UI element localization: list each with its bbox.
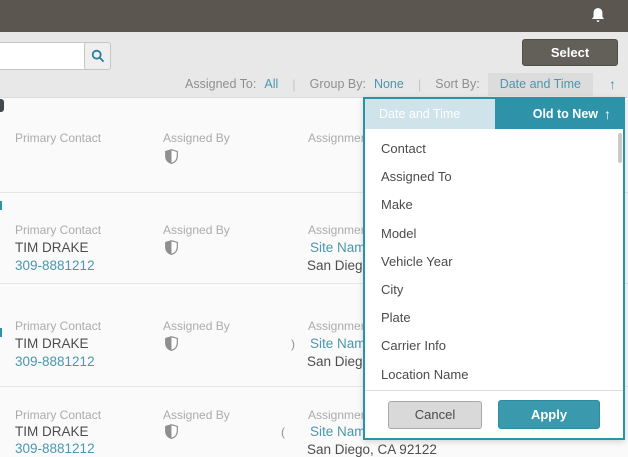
sort-panel-footer: Cancel Apply [365,390,623,438]
toolbar: Select Assigned To: All | Group By: None… [0,32,628,98]
contact-name: TIM DRAKE [15,336,89,351]
group-by-label: Group By: [310,77,366,91]
contact-name: TIM DRAKE [15,240,89,255]
assigned-to-value[interactable]: All [264,77,278,91]
sort-option-location-name[interactable]: Location Name [365,361,623,389]
contact-phone-link[interactable]: 309-8881212 [15,354,95,369]
shield-icon [165,240,178,255]
partial-text-fragment: ) [291,337,295,351]
shield-icon [165,336,178,351]
sort-option-carrier-info[interactable]: Carrier Info [365,332,623,360]
cancel-button[interactable]: Cancel [388,401,482,429]
location-text: San Diego, CA 92122 [307,442,437,457]
sort-option-assigned-to[interactable]: Assigned To [365,163,623,191]
app-screen: Select Assigned To: All | Group By: None… [0,0,628,457]
cropped-element-fragment [0,99,4,112]
sort-option-plate[interactable]: Plate [365,304,623,332]
top-navigation-bar [0,0,628,32]
assigned-by-column-label: Assigned By [163,223,230,237]
primary-contact-column-label: Primary Contact [15,131,101,145]
sort-by-value-chip[interactable]: Date and Time [488,73,593,96]
select-button[interactable]: Select [522,39,618,66]
sort-option-model[interactable]: Model [365,220,623,248]
filter-divider: | [292,77,295,92]
notifications-bell-icon[interactable] [588,6,608,26]
filter-bar: Assigned To: All | Group By: None | Sort… [185,72,616,96]
assigned-by-column-label: Assigned By [163,408,230,422]
primary-contact-column-label: Primary Contact [15,408,101,422]
contact-phone-link[interactable]: 309-8881212 [15,441,95,456]
assignment-column-label: Assignment [308,223,371,237]
contact-phone-link[interactable]: 309-8881212 [15,258,95,273]
primary-contact-column-label: Primary Contact [15,223,101,237]
assigned-by-column-label: Assigned By [163,319,230,333]
filter-divider: | [418,77,421,92]
sort-direction-arrow-icon[interactable]: ↑ [609,76,616,92]
sort-option-make[interactable]: Make [365,191,623,219]
sort-by-label: Sort By: [435,77,479,91]
assignment-column-label: Assignment [308,131,371,145]
apply-button[interactable]: Apply [498,400,600,429]
sort-options-dropdown: Date and Time Old to New ↑ Contact Assig… [363,97,625,440]
contact-name: TIM DRAKE [15,424,89,439]
up-arrow-icon: ↑ [604,106,611,122]
sort-option-city[interactable]: City [365,276,623,304]
sort-field-active-tab[interactable]: Date and Time [365,99,495,129]
group-by-value[interactable]: None [374,77,404,91]
primary-contact-column-label: Primary Contact [15,319,101,333]
sort-direction-toggle[interactable]: Old to New ↑ [495,99,623,129]
sort-panel-header: Date and Time Old to New ↑ [365,99,623,129]
sort-option-vehicle-year[interactable]: Vehicle Year [365,248,623,276]
search-icon [91,49,105,63]
sort-option-contact[interactable]: Contact [365,135,623,163]
sort-direction-label: Old to New [533,107,598,121]
partial-text-fragment: ( [281,425,285,439]
cropped-element-fragment [0,328,2,337]
assignment-column-label: Assignment [308,319,371,333]
assigned-to-label: Assigned To: [185,77,256,91]
cropped-element-fragment [0,201,2,210]
shield-icon [165,149,178,164]
search-button[interactable] [84,42,111,70]
assignment-column-label: Assignment [308,408,371,422]
sort-options-list: Contact Assigned To Make Model Vehicle Y… [365,129,623,390]
shield-icon [165,424,178,439]
assigned-by-column-label: Assigned By [163,131,230,145]
scrollbar-thumb[interactable] [618,133,622,163]
